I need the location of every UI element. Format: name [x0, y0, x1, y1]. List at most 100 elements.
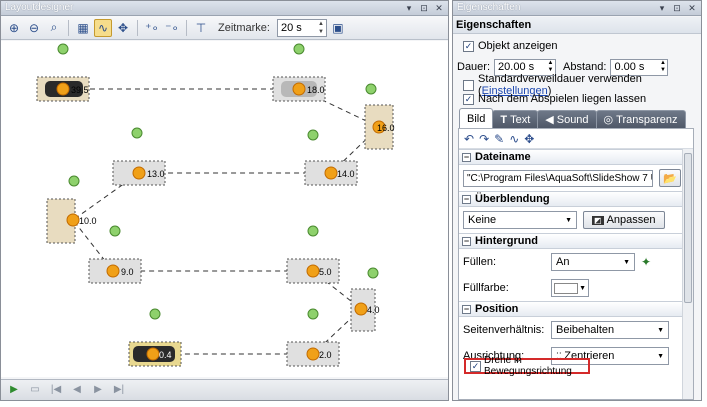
- next-frame-icon[interactable]: ▶: [90, 383, 106, 397]
- keyframe-label: 4.0: [367, 305, 380, 315]
- drehe-highlight[interactable]: ✓ Drehe in Bewegungsrichtung: [464, 355, 590, 377]
- keyframe-object[interactable]: 4.0: [350, 267, 380, 332]
- dateiname-field[interactable]: "C:\Program Files\AquaSoft\SlideShow 7 U…: [463, 169, 653, 187]
- close-icon[interactable]: ✕: [686, 2, 698, 14]
- collapse-icon[interactable]: −: [462, 304, 471, 314]
- tab-bild[interactable]: Bild: [459, 108, 494, 128]
- anpassen-button[interactable]: ◩ Anpassen: [583, 211, 665, 229]
- property-tabs: Bild T Text ◀ Sound ◎ Transparenz: [459, 108, 686, 128]
- zeitmarke-spinner[interactable]: 20 s ▲ ▼: [276, 18, 327, 37]
- fuellen-dropdown[interactable]: An ▼: [551, 253, 635, 271]
- dateiname-header[interactable]: − Dateiname: [459, 149, 693, 165]
- drehe-checkbox[interactable]: ✓: [470, 360, 481, 372]
- dauer-value[interactable]: 20.00 s: [498, 61, 534, 73]
- layout-canvas[interactable]: 39.5 18.0 16.0 14.0 13.0 10.0 9.0 5.0 4.…: [1, 41, 448, 377]
- drehe-label: Drehe in Bewegungsrichtung: [484, 355, 572, 377]
- keyframe-label: 10.0: [79, 216, 97, 226]
- liegen-lassen-label: Nach dem Abspielen liegen lassen: [478, 93, 647, 105]
- eigenschaften-content: Eigenschaften ✓ Objekt anzeigen Dauer: 2…: [453, 17, 701, 400]
- folder-icon[interactable]: 📂: [659, 169, 681, 187]
- pin-icon[interactable]: ⊡: [418, 2, 430, 14]
- rotate-right-icon[interactable]: ↷: [479, 132, 489, 146]
- transparency-icon: ◎: [603, 114, 614, 126]
- tab-transparenz[interactable]: ◎ Transparenz: [595, 110, 686, 128]
- fuellfarbe-picker[interactable]: ▼: [551, 279, 589, 297]
- vertical-scrollbar[interactable]: [682, 149, 693, 399]
- grid-icon[interactable]: ▦: [74, 19, 92, 37]
- motion-path-drawing[interactable]: 39.5 18.0 16.0 14.0 13.0 10.0 9.0 5.0 4.…: [1, 41, 448, 377]
- keyframe-object[interactable]: 0.4: [128, 308, 182, 367]
- close-icon[interactable]: ✕: [433, 2, 445, 14]
- seitenverhaeltnis-dropdown[interactable]: Beibehalten ▼: [551, 321, 669, 339]
- seitenverhaeltnis-value: Beibehalten: [556, 324, 615, 336]
- collapse-icon[interactable]: −: [462, 194, 471, 204]
- transition-icon: ◩: [592, 215, 604, 225]
- add-point-icon[interactable]: ⁺∘: [143, 19, 161, 37]
- dauer-label: Dauer:: [457, 61, 491, 73]
- settings-icon[interactable]: ✦: [641, 255, 651, 269]
- remove-point-icon[interactable]: ⁻∘: [163, 19, 181, 37]
- ueberblendung-row: Keine ▼ ◩ Anpassen: [459, 207, 693, 233]
- keyframe-object[interactable]: 13.0: [112, 127, 166, 186]
- zoom-in-icon[interactable]: ⊕: [5, 19, 23, 37]
- motion-path: [63, 88, 380, 355]
- keyframe-object[interactable]: 9.0: [88, 225, 142, 284]
- fuellen-row: Füllen: An ▼ ✦: [459, 249, 693, 275]
- motion-path-icon[interactable]: ∿: [509, 132, 519, 146]
- dropdown-icon[interactable]: ▾: [656, 2, 668, 14]
- dauer-spin-icon[interactable]: ▲ ▼: [546, 60, 555, 74]
- play-icon[interactable]: ▶: [6, 383, 22, 397]
- abstand-value[interactable]: 0.00 s: [614, 61, 644, 73]
- layoutdesigner-titlebar: Layoutdesigner ▾ ⊡ ✕: [1, 1, 448, 16]
- keyframe-label: 2.0: [319, 350, 332, 360]
- keyframe-object[interactable]: 39.5: [36, 43, 90, 102]
- collapse-icon[interactable]: −: [462, 152, 471, 162]
- preview-icon[interactable]: ▭: [27, 383, 43, 397]
- keyframe-label: 14.0: [337, 169, 355, 179]
- edit-path-icon[interactable]: ✎: [494, 132, 504, 146]
- scrollbar-thumb[interactable]: [684, 153, 692, 303]
- keyframe-object[interactable]: 16.0: [364, 83, 395, 150]
- move-icon[interactable]: ✥: [524, 132, 534, 146]
- fuellen-value: An: [556, 256, 570, 268]
- abstand-spin-icon[interactable]: ▲ ▼: [658, 60, 667, 74]
- zoom-out-icon[interactable]: ⊖: [25, 19, 43, 37]
- dateiname-value[interactable]: "C:\Program Files\AquaSoft\SlideShow 7 U…: [467, 173, 652, 184]
- collapse-icon[interactable]: −: [462, 236, 471, 246]
- tab-text[interactable]: T Text: [492, 110, 539, 128]
- dropdown-icon[interactable]: ▾: [403, 2, 415, 14]
- tab-sound[interactable]: ◀ Sound: [537, 110, 597, 128]
- objekt-anzeigen-row[interactable]: ✓ Objekt anzeigen: [453, 37, 701, 55]
- ueberblendung-dropdown[interactable]: Keine ▼: [463, 211, 577, 229]
- move-icon[interactable]: ✥: [114, 19, 132, 37]
- keyframe-object[interactable]: 10.0: [46, 175, 97, 244]
- zoom-fit-icon[interactable]: ⌕: [45, 19, 63, 37]
- keyframe-object[interactable]: 5.0: [286, 225, 340, 284]
- position-header[interactable]: − Position: [459, 301, 693, 317]
- save-icon[interactable]: ▣: [329, 19, 347, 37]
- prev-frame-icon[interactable]: ◀: [69, 383, 85, 397]
- keyframe-object[interactable]: 2.0: [286, 308, 340, 367]
- toolbar-separator: [68, 19, 69, 36]
- spin-down-icon[interactable]: ▼: [316, 28, 326, 36]
- objekt-anzeigen-checkbox[interactable]: ✓: [463, 40, 474, 52]
- eigenschaften-titlebar: Eigenschaften ▾ ⊡ ✕: [453, 1, 701, 16]
- standardverweildauer-row[interactable]: Standardverweildauer verwenden (Einstell…: [453, 73, 701, 97]
- hintergrund-header[interactable]: − Hintergrund: [459, 233, 693, 249]
- keyframe-object[interactable]: 14.0: [304, 129, 358, 186]
- first-frame-icon[interactable]: |◀: [48, 383, 64, 397]
- toolbar-separator: [186, 19, 187, 36]
- ueberblendung-header[interactable]: − Überblendung: [459, 191, 693, 207]
- standardverweildauer-checkbox[interactable]: [463, 79, 474, 91]
- last-frame-icon[interactable]: ▶|: [111, 383, 127, 397]
- align-icon[interactable]: ⊤: [192, 19, 210, 37]
- motion-path-icon[interactable]: ∿: [94, 18, 112, 37]
- zeitmarke-value[interactable]: 20 s: [281, 22, 302, 34]
- layoutdesigner-panel: Layoutdesigner ▾ ⊡ ✕ ⊕ ⊖ ⌕ ▦ ∿ ✥ ⁺∘ ⁻∘ ⊤…: [0, 0, 449, 401]
- liegen-lassen-checkbox[interactable]: ✓: [463, 93, 474, 105]
- pin-icon[interactable]: ⊡: [671, 2, 683, 14]
- color-swatch: [554, 282, 578, 294]
- keyframe-object[interactable]: 18.0: [272, 43, 326, 102]
- rotate-left-icon[interactable]: ↶: [464, 132, 474, 146]
- spin-up-icon[interactable]: ▲: [316, 20, 326, 28]
